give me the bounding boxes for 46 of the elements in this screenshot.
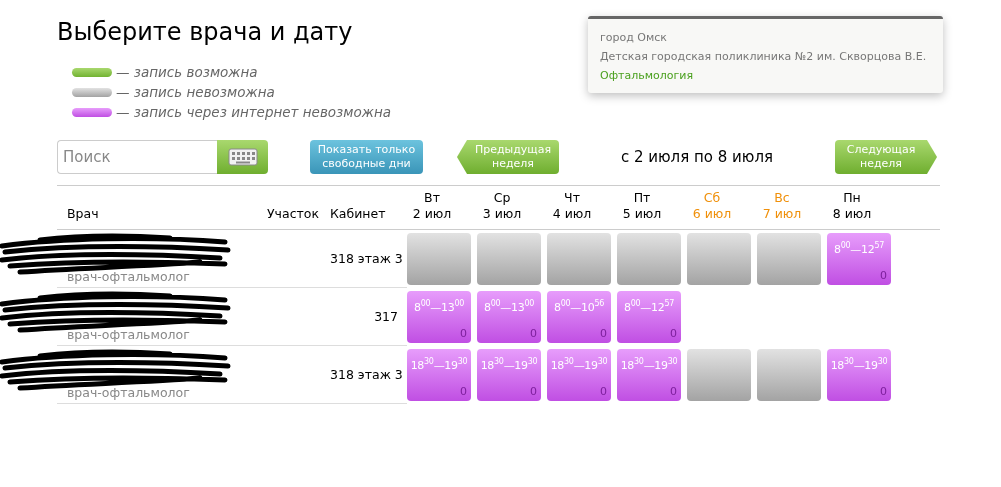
previous-week-button[interactable]: Предыдущая неделя (457, 140, 559, 174)
time-slot[interactable]: 8$^{00}$—13$^{00}$ 0 (477, 291, 541, 343)
time-slot[interactable] (547, 233, 611, 285)
column-header: Участок (267, 206, 320, 223)
doctor-specialty: врач-офтальмолог (66, 269, 191, 286)
clinic-label: Детская городская поликлиника №2 им. Скворцова В.Е. (600, 49, 928, 65)
column-header: Кабинет (330, 206, 387, 223)
keyboard-button[interactable] (217, 140, 268, 174)
time-slot[interactable]: 18$^{30}$—19$^{30}$ 0 (547, 349, 611, 401)
date-range: с 2 июля по 8 июля (619, 148, 775, 166)
column-header: Врач (66, 206, 100, 223)
time-slot[interactable] (757, 349, 821, 401)
time-slot[interactable] (687, 349, 751, 401)
time-slot[interactable]: 8$^{00}$—12$^{57}$ 0 (827, 233, 891, 285)
doctor-specialty: врач-офтальмолог (66, 327, 191, 344)
legend-label: — запись невозможна (116, 84, 275, 100)
day-header: Вт 2 июл (411, 190, 453, 223)
day-header: Пт 5 июл (621, 190, 663, 223)
search-field[interactable]: Поиск (57, 140, 217, 174)
day-header: Сб 6 июл (691, 190, 733, 223)
time-slot[interactable] (687, 233, 751, 285)
legend-label: — запись возможна (116, 64, 258, 80)
next-week-button[interactable]: Следующая неделя (835, 140, 937, 174)
page-title: Выберите врача и дату (57, 17, 354, 47)
time-slot[interactable]: 8$^{00}$—13$^{00}$ 0 (407, 291, 471, 343)
day-header: Вс 7 июл (761, 190, 803, 223)
day-header: Ср 3 июл (481, 190, 523, 223)
time-slot[interactable]: 18$^{30}$—19$^{30}$ 0 (827, 349, 891, 401)
day-header: Пн 8 июл (831, 190, 873, 223)
doctor-specialty: врач-офтальмолог (66, 385, 191, 402)
legend-label: — запись через интернет невозможна (116, 104, 391, 120)
time-slot[interactable] (407, 233, 471, 285)
time-slot[interactable] (477, 233, 541, 285)
time-slot[interactable]: 8$^{00}$—10$^{56}$ 0 (547, 291, 611, 343)
free-days-button[interactable]: Показать только свободные дни (310, 140, 423, 174)
keyboard-icon (227, 148, 258, 166)
time-slot[interactable]: 18$^{30}$—19$^{30}$ 0 (617, 349, 681, 401)
time-slot[interactable]: 18$^{30}$—19$^{30}$ 0 (407, 349, 471, 401)
department-label: Офтальмология (600, 68, 695, 84)
time-slot[interactable]: 18$^{30}$—19$^{30}$ 0 (477, 349, 541, 401)
time-slot[interactable] (617, 233, 681, 285)
room-number: 317 (373, 309, 398, 324)
day-header: Чт 4 июл (551, 190, 593, 223)
city-label: город Омск (600, 30, 668, 46)
time-slot[interactable] (757, 233, 821, 285)
time-slot[interactable]: 8$^{00}$—12$^{57}$ 0 (617, 291, 681, 343)
